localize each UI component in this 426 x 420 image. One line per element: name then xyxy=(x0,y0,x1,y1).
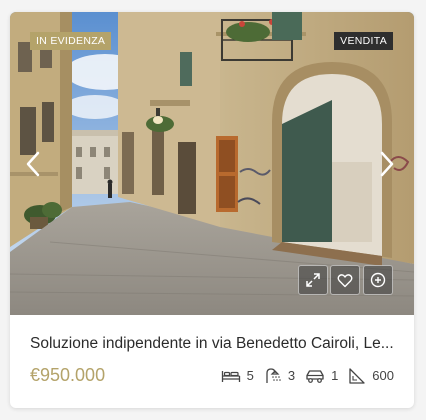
heart-icon xyxy=(337,273,353,287)
car-icon xyxy=(306,369,324,383)
property-photo[interactable]: IN EVIDENZA VENDITA xyxy=(10,12,414,315)
bed-icon xyxy=(221,370,240,382)
area-icon xyxy=(349,367,365,384)
listing-summary: €950.000 5 3 1 600 xyxy=(30,365,394,386)
featured-badge: IN EVIDENZA xyxy=(30,32,112,50)
listing-info: Soluzione indipendente in via Benedetto … xyxy=(10,335,414,386)
garage-feature: 1 xyxy=(305,368,338,384)
listing-price: €950.000 xyxy=(30,365,106,385)
garage-count: 1 xyxy=(331,368,339,383)
area-value: 600 xyxy=(372,368,394,383)
expand-icon xyxy=(306,273,320,287)
bedrooms-count: 5 xyxy=(246,368,254,383)
chevron-left-icon xyxy=(26,151,40,177)
next-photo-button[interactable] xyxy=(374,149,400,179)
bathrooms-feature: 3 xyxy=(264,367,295,385)
listing-features: 5 3 1 600 xyxy=(221,367,394,385)
bathrooms-count: 3 xyxy=(287,368,296,383)
listing-title[interactable]: Soluzione indipendente in via Benedetto … xyxy=(30,335,394,353)
shower-icon xyxy=(266,367,281,383)
add-to-compare-button[interactable] xyxy=(363,265,393,295)
expand-photo-button[interactable] xyxy=(298,265,328,295)
favorite-button[interactable] xyxy=(330,265,360,295)
bedrooms-feature: 5 xyxy=(221,368,254,384)
plus-circle-icon xyxy=(370,272,386,288)
area-feature: 600 xyxy=(348,367,394,385)
previous-photo-button[interactable] xyxy=(20,149,46,179)
chevron-right-icon xyxy=(380,151,394,177)
sale-status-badge: VENDITA xyxy=(334,32,393,50)
property-card[interactable]: IN EVIDENZA VENDITA Soluzione indipenden… xyxy=(10,12,414,408)
